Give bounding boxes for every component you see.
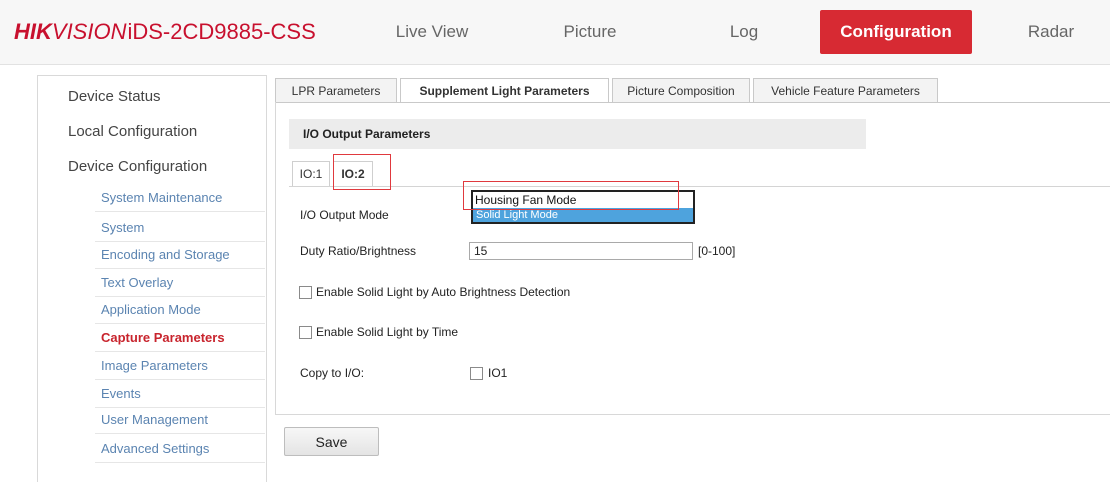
nav-live-view[interactable]: Live View — [376, 10, 488, 54]
tab-supplement-light-parameters[interactable]: Supplement Light Parameters — [400, 78, 609, 103]
sidebar-item-capture-parameters[interactable]: Capture Parameters — [101, 330, 225, 345]
highlight-box-io2 — [333, 154, 391, 190]
sidebar-item-local-configuration[interactable]: Local Configuration — [68, 123, 197, 140]
brand-hik: HIK — [14, 19, 52, 44]
nav-configuration[interactable]: Configuration — [820, 10, 972, 54]
sidebar-divider — [95, 211, 265, 212]
duty-ratio-range: [0-100] — [698, 244, 736, 258]
sidebar-item-events[interactable]: Events — [101, 386, 141, 401]
solid-light-time-checkbox[interactable] — [299, 326, 312, 339]
nav-log[interactable]: Log — [700, 10, 788, 54]
sidebar-divider — [95, 268, 265, 269]
save-button[interactable]: Save — [284, 427, 379, 456]
sidebar-item-system-maintenance[interactable]: System Maintenance — [101, 190, 222, 205]
nav-radar[interactable]: Radar — [1002, 10, 1100, 54]
sidebar-item-device-configuration[interactable]: Device Configuration — [68, 158, 207, 175]
sidebar-item-application-mode[interactable]: Application Mode — [101, 302, 201, 317]
io-tab-1[interactable]: IO:1 — [292, 161, 330, 187]
copy-io1-checkbox[interactable] — [470, 367, 483, 380]
sidebar: Device Status Local Configuration Device… — [37, 75, 267, 482]
sidebar-item-image-parameters[interactable]: Image Parameters — [101, 358, 208, 373]
brand-vision: VISION — [51, 19, 127, 44]
copy-io1-label: IO1 — [488, 366, 508, 380]
sidebar-divider — [95, 351, 265, 352]
copy-to-io-label: Copy to I/O: — [300, 366, 365, 380]
io-tab-divider — [289, 186, 1110, 187]
sidebar-item-text-overlay[interactable]: Text Overlay — [101, 275, 173, 290]
sidebar-divider — [95, 433, 265, 434]
device-model: iDS-2CD9885-CSS — [127, 19, 316, 44]
highlight-box-dropdown — [463, 181, 679, 210]
sidebar-divider — [95, 323, 265, 324]
auto-brightness-label: Enable Solid Light by Auto Brightness De… — [316, 285, 571, 299]
duty-ratio-input[interactable]: 15 — [469, 242, 693, 260]
sidebar-divider — [95, 241, 265, 242]
solid-light-time-label: Enable Solid Light by Time — [316, 325, 459, 339]
nav-picture[interactable]: Picture — [536, 10, 644, 54]
auto-brightness-checkbox[interactable] — [299, 286, 312, 299]
section-title: I/O Output Parameters — [289, 119, 866, 149]
sidebar-divider — [95, 379, 265, 380]
tab-lpr-parameters[interactable]: LPR Parameters — [275, 78, 397, 103]
tab-picture-composition[interactable]: Picture Composition — [612, 78, 750, 103]
sidebar-divider — [95, 407, 265, 408]
sidebar-item-system[interactable]: System — [101, 220, 144, 235]
sidebar-item-user-management[interactable]: User Management — [101, 412, 208, 427]
sidebar-divider — [95, 296, 265, 297]
top-bar: HIK VISION iDS-2CD9885-CSS Live View Pictu… — [0, 0, 1110, 65]
sidebar-item-advanced-settings[interactable]: Advanced Settings — [101, 441, 209, 456]
sidebar-divider — [95, 462, 265, 463]
option-solid-light-mode[interactable]: Solid Light Mode — [473, 208, 693, 222]
sidebar-item-encoding-storage[interactable]: Encoding and Storage — [101, 247, 230, 262]
tab-vehicle-feature-parameters[interactable]: Vehicle Feature Parameters — [753, 78, 938, 103]
io-output-mode-label: I/O Output Mode — [300, 208, 389, 222]
brand-logo: HIK VISION iDS-2CD9885-CSS — [14, 14, 316, 50]
duty-ratio-label: Duty Ratio/Brightness — [300, 244, 417, 258]
sidebar-item-device-status[interactable]: Device Status — [68, 88, 161, 105]
